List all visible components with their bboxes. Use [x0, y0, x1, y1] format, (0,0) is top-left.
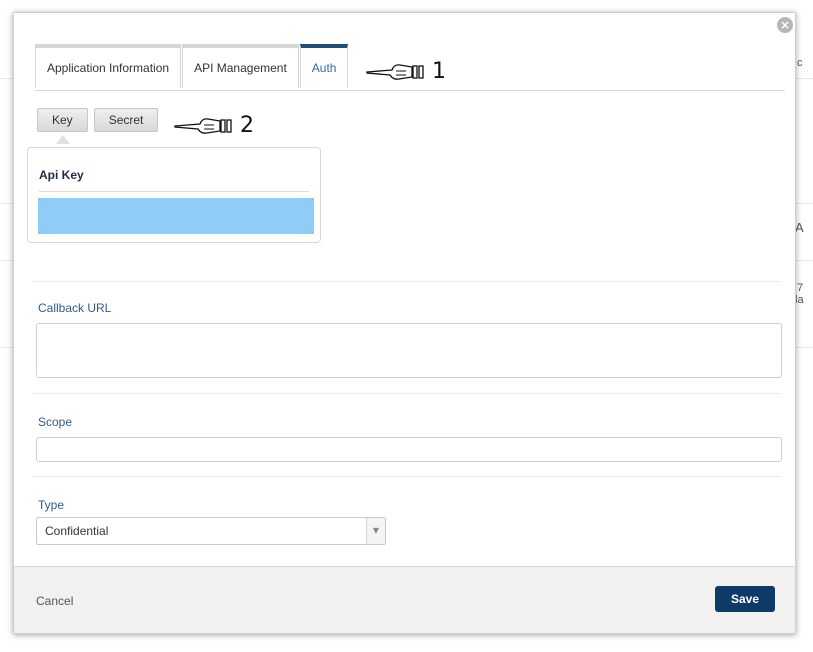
chevron-down-icon[interactable]: ▼ [366, 518, 385, 544]
section-divider [32, 476, 781, 477]
background-text: la [795, 294, 804, 306]
pointing-hand-icon [366, 63, 424, 80]
save-button[interactable]: Save [715, 586, 775, 612]
modal-footer: Cancel Save [14, 566, 795, 633]
key-button[interactable]: Key [37, 108, 88, 132]
cancel-link[interactable]: Cancel [36, 594, 73, 608]
tab-api-management[interactable]: API Management [182, 44, 299, 88]
type-selected-value: Confidential [45, 524, 109, 538]
close-icon[interactable]: × [777, 17, 793, 33]
popover-caret [56, 135, 70, 144]
background-text: c [797, 57, 803, 69]
background-text: A [795, 220, 804, 235]
api-key-panel: Api Key [27, 147, 321, 243]
tab-bar-divider [35, 90, 785, 91]
api-key-title: Api Key [39, 168, 84, 182]
auth-modal: × Application Information API Management… [13, 12, 796, 634]
tab-bar: Application Information API Management A… [35, 44, 349, 91]
type-select[interactable]: Confidential ▼ [36, 517, 386, 545]
scope-field[interactable] [36, 437, 782, 462]
credential-toggle: Key Secret [37, 108, 164, 132]
background-text: 7 [797, 282, 804, 294]
scope-label: Scope [38, 415, 73, 429]
section-divider [32, 393, 781, 394]
callback-url-field[interactable] [36, 323, 782, 378]
pointing-hand-icon [174, 117, 232, 134]
callback-url-label: Callback URL [38, 301, 112, 315]
api-key-value[interactable] [38, 198, 314, 234]
annotation-number: 1 [432, 59, 446, 84]
annotation-pointer-2: 2 [174, 113, 254, 138]
secret-button[interactable]: Secret [93, 108, 159, 132]
annotation-number: 2 [240, 113, 254, 138]
tab-application-information[interactable]: Application Information [35, 44, 182, 88]
annotation-pointer-1: 1 [366, 59, 446, 84]
type-label: Type [38, 498, 65, 512]
panel-divider [39, 191, 309, 192]
tab-auth[interactable]: Auth [299, 44, 349, 88]
section-divider [32, 281, 781, 282]
